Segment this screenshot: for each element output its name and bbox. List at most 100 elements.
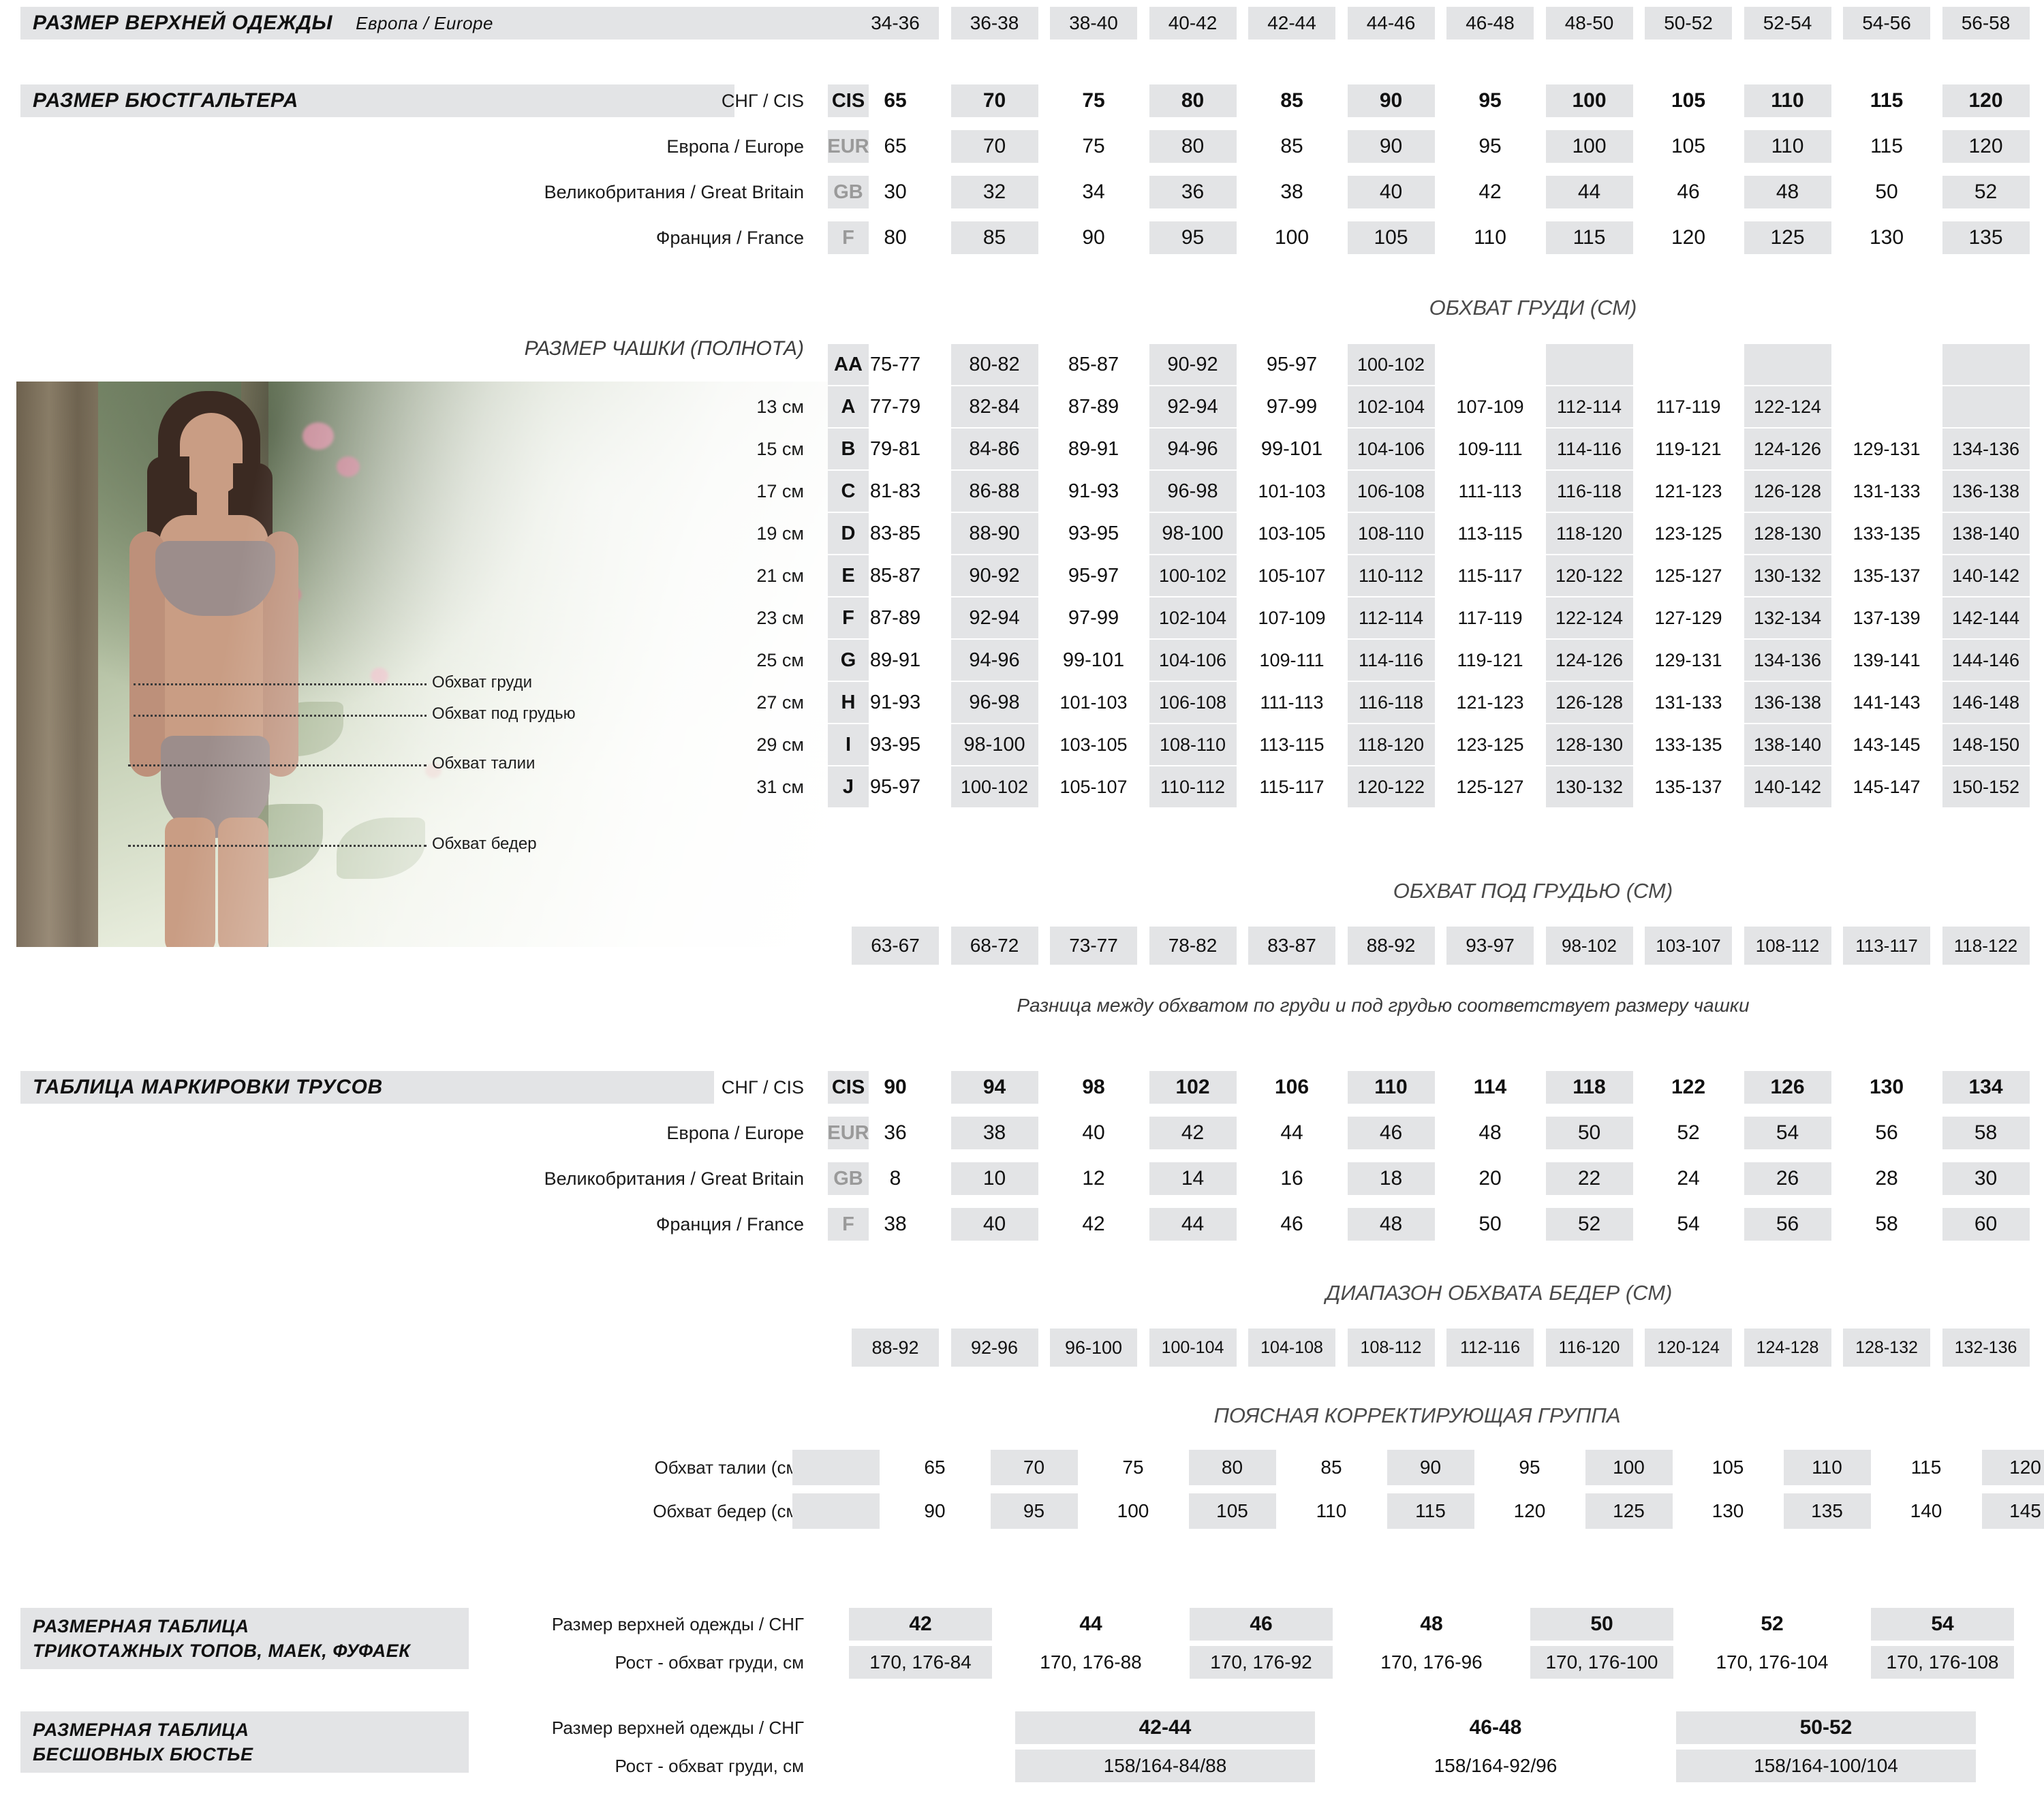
hips-range-cell: 116-120 bbox=[1545, 1329, 1633, 1367]
tops-size-cell: 170, 176-100 bbox=[1530, 1646, 1673, 1679]
chest-measure-cell: 95-97 bbox=[1266, 353, 1318, 375]
outerwear-title-band: РАЗМЕР ВЕРХНЕЙ ОДЕЖДЫ Европа / Europe bbox=[20, 7, 884, 40]
chest-measure-cell: 134-136 bbox=[1744, 640, 1831, 681]
panties-size-cell: 24 bbox=[1677, 1167, 1700, 1190]
bra-size-cell: 100 bbox=[1545, 84, 1633, 117]
chest-measure-cell: 89-91 bbox=[1068, 437, 1119, 460]
chest-measure-cell: 81-83 bbox=[869, 480, 921, 502]
tops-size-cell: 170, 176-92 bbox=[1190, 1646, 1333, 1679]
hips-range-cell: 108-112 bbox=[1347, 1329, 1435, 1367]
chest-measure-cell: 117-119 bbox=[1457, 607, 1523, 628]
chest-measure-cell: 101-103 bbox=[1059, 692, 1128, 713]
hips-range-cell: 100-104 bbox=[1149, 1329, 1237, 1367]
chest-measure-cell: 119-121 bbox=[1457, 649, 1523, 670]
chest-measure-cell: 142-144 bbox=[1942, 597, 2030, 638]
chest-measure-cell: 125-127 bbox=[1654, 565, 1722, 586]
panties-size-cell: 52 bbox=[1677, 1121, 1700, 1144]
bra-size-cell: 90 bbox=[1082, 226, 1105, 249]
bustier-row-label: Размер верхней одежды / СНГ bbox=[551, 1718, 804, 1738]
tops-title-band: РАЗМЕРНАЯ ТАБЛИЦА ТРИКОТАЖНЫХ ТОПОВ, МАЕ… bbox=[20, 1608, 469, 1669]
panties-size-cell: 12 bbox=[1082, 1167, 1105, 1190]
panties-size-cell: 50 bbox=[1545, 1117, 1633, 1149]
bustier-size-cell: 158/164-92/96 bbox=[1434, 1755, 1558, 1776]
bra-size-cell: 85 bbox=[1280, 135, 1303, 157]
chest-measure-cell: 102-104 bbox=[1347, 386, 1435, 427]
chest-measure-cell: 98-100 bbox=[950, 724, 1038, 765]
hips-range-cell: 120-124 bbox=[1645, 1329, 1732, 1367]
bra-size-cell: 46 bbox=[1677, 181, 1700, 203]
tops-title-line1: РАЗМЕРНАЯ ТАБЛИЦА bbox=[33, 1615, 249, 1636]
chest-measure-cell: 131-133 bbox=[1853, 480, 1921, 501]
bra-row-label: Великобритания / Great Britain bbox=[544, 182, 804, 202]
waist-group-cell: 115 bbox=[1910, 1457, 1942, 1478]
hips-range-cell: 124-128 bbox=[1744, 1329, 1831, 1367]
chest-measure-cell: 93-95 bbox=[1068, 522, 1119, 544]
chest-measure-cell: 87-89 bbox=[869, 606, 921, 629]
chest-measure-cell: 138-140 bbox=[1744, 724, 1831, 765]
chest-measure-cell: 107-109 bbox=[1258, 607, 1326, 628]
panties-size-cell: 48 bbox=[1478, 1121, 1502, 1144]
chest-measure-cell: 114-116 bbox=[1347, 640, 1435, 681]
panties-size-cell: 50 bbox=[1478, 1213, 1502, 1235]
panties-size-cell: 46 bbox=[1280, 1213, 1303, 1235]
bustier-size-cell: 50-52 bbox=[1676, 1711, 1976, 1744]
chest-measure-cell: 97-99 bbox=[1266, 395, 1318, 418]
outerwear-size-cell: 36-38 bbox=[950, 7, 1038, 40]
chest-measure-line bbox=[134, 683, 427, 685]
hips-range-cell: 128-132 bbox=[1843, 1329, 1930, 1367]
outerwear-size-cell: 52-54 bbox=[1744, 7, 1831, 40]
outerwear-size-cell: 42-44 bbox=[1248, 7, 1335, 40]
waist-group-cell: 85 bbox=[1320, 1457, 1342, 1478]
panties-size-cell: 56 bbox=[1744, 1208, 1831, 1241]
tops-size-cell: 54 bbox=[1871, 1608, 2014, 1641]
tops-size-cell: 46 bbox=[1190, 1608, 1333, 1641]
tops-size-cell: 52 bbox=[1761, 1613, 1784, 1635]
hips-range-cell: 96-100 bbox=[1050, 1329, 1137, 1367]
chest-measure-cell: 82-84 bbox=[950, 386, 1038, 427]
chest-measure-cell: 109-111 bbox=[1457, 438, 1523, 459]
bra-size-cell: 95 bbox=[1478, 89, 1502, 112]
cup-depth-label: 27 см bbox=[756, 692, 804, 713]
chest-measure-cell: 128-130 bbox=[1744, 513, 1831, 554]
cup-depth-label: 23 см bbox=[756, 608, 804, 628]
panties-size-cell: 118 bbox=[1545, 1071, 1633, 1104]
chest-measure-cell: 95-97 bbox=[869, 775, 921, 798]
bustier-title-band: РАЗМЕРНАЯ ТАБЛИЦА БЕСШОВНЫХ БЮСТЬЕ bbox=[20, 1711, 469, 1773]
chest-measure-cell: 98-100 bbox=[1149, 513, 1237, 554]
chest-measure-cell: 113-115 bbox=[1259, 734, 1325, 755]
cup-depth-label: 29 см bbox=[756, 734, 804, 755]
bra-size-cell: 105 bbox=[1671, 89, 1706, 112]
chest-measure-cell: 93-95 bbox=[869, 733, 921, 756]
chest-measure-cell: 125-127 bbox=[1456, 776, 1524, 797]
chest-measure-cell: 89-91 bbox=[869, 649, 921, 671]
bra-size-cell: 44 bbox=[1545, 176, 1633, 208]
panties-size-cell: 54 bbox=[1677, 1213, 1700, 1235]
panties-size-cell: 10 bbox=[950, 1162, 1038, 1195]
chest-measure-cell: 95-97 bbox=[1068, 564, 1119, 587]
bra-size-cell: 125 bbox=[1744, 221, 1831, 254]
bra-size-cell: 105 bbox=[1347, 221, 1435, 254]
bra-size-cell: 95 bbox=[1478, 135, 1502, 157]
outerwear-size-cell: 48-50 bbox=[1545, 7, 1633, 40]
panties-size-cell: 134 bbox=[1942, 1071, 2030, 1104]
chest-measure-cell: 134-136 bbox=[1942, 429, 2030, 469]
chest-measure-cell: 106-108 bbox=[1149, 682, 1237, 723]
underbust-cell: 68-72 bbox=[950, 927, 1038, 965]
panties-size-cell: 16 bbox=[1280, 1167, 1303, 1190]
chest-measure-cell: 105-107 bbox=[1258, 565, 1326, 586]
chest-measure-cell bbox=[1645, 344, 1732, 385]
chest-measure-cell: 109-111 bbox=[1259, 649, 1325, 670]
chest-measure-cell: 108-110 bbox=[1347, 513, 1435, 554]
chest-measure-cell: 128-130 bbox=[1545, 724, 1633, 765]
chest-measure-cell: 141-143 bbox=[1853, 692, 1921, 713]
chest-measure-cell: 135-137 bbox=[1654, 776, 1722, 797]
chest-measure-cell: 115-117 bbox=[1259, 776, 1325, 797]
chest-measure-cell bbox=[1843, 344, 1930, 385]
bra-size-cell: 50 bbox=[1875, 181, 1898, 203]
chest-measure-cell: 96-98 bbox=[950, 682, 1038, 723]
chest-measure-cell: 86-88 bbox=[950, 471, 1038, 512]
bra-size-cell: 38 bbox=[1280, 181, 1303, 203]
waist-group-cell bbox=[792, 1493, 880, 1529]
chest-measure-cell: 100-102 bbox=[1347, 344, 1435, 385]
bra-size-cell: 30 bbox=[884, 181, 907, 203]
